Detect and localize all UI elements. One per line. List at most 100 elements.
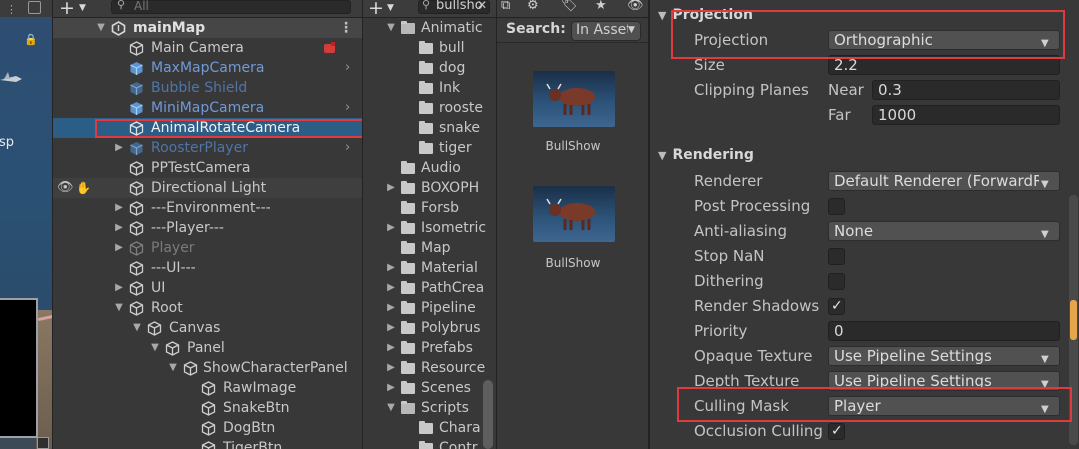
near-field[interactable]: 0.3 [872,80,1060,100]
hierarchy-item[interactable]: TigerBtn [53,438,362,449]
folder-item[interactable]: ▶ Resource [363,358,496,378]
hierarchy-item[interactable]: Bubble Shield [53,78,362,98]
chevron-down-icon[interactable]: ▼ [79,3,86,13]
folder-item[interactable]: Ink [363,78,496,98]
rendering-section-header[interactable]: ▼ Rendering [650,144,1079,166]
chevron-down-icon[interactable]: ▼ [387,3,394,13]
scene-view[interactable]: ⋮ 🔒 sp [0,0,52,449]
maximize-icon[interactable] [28,1,41,14]
asset-thumbnail[interactable] [533,186,615,242]
expand-arrow-icon[interactable]: ▶ [113,238,125,258]
expand-arrow-icon[interactable]: ▼ [149,338,161,358]
inspector-scrollbar[interactable] [1069,195,1078,445]
expand-arrow-icon[interactable]: ▶ [113,278,125,298]
renderer-dropdown[interactable]: Default Renderer (ForwardRe ▼ [828,171,1060,191]
size-field[interactable]: 2.2 [828,55,1060,75]
hierarchy-item[interactable]: ▼ Canvas [53,318,362,338]
folder-item[interactable]: ▶ Isometric [363,218,496,238]
hierarchy-item[interactable]: RawImage [53,378,362,398]
expand-arrow-icon[interactable]: ▶ [113,218,125,238]
hierarchy-item[interactable]: 👁 ✋ Directional Light [53,178,362,198]
hierarchy-item[interactable]: ▶ UI [53,278,362,298]
visibility-eye-icon[interactable]: 👁 [57,178,74,198]
chevron-right-icon[interactable]: › [345,98,350,118]
hierarchy-item[interactable]: MaxMapCamera › [53,58,362,78]
culling-mask-dropdown[interactable]: Player ▼ [828,396,1060,416]
expand-arrow-icon[interactable]: ▶ [113,138,125,158]
expand-arrow-icon[interactable]: ▶ [385,178,397,198]
folder-item[interactable]: ▼ Scripts [363,398,496,418]
collapse-arrow-icon[interactable]: ▼ [658,149,666,162]
projection-section-header[interactable]: ▼ Projection [650,4,1079,26]
folder-item[interactable]: bull [363,38,496,58]
expand-arrow-icon[interactable]: ▼ [131,318,143,338]
expand-arrow-icon[interactable]: ▼ [95,18,107,38]
favorite-star-icon[interactable]: ★ [595,0,607,13]
hierarchy-item[interactable]: ▶ ---Player--- [53,218,362,238]
hierarchy-item[interactable]: SnakeBtn [53,398,362,418]
expand-arrow-icon[interactable]: ▶ [385,298,397,318]
folder-item[interactable]: ▶ Pipeline [363,298,496,318]
folder-item[interactable]: ▶ Prefabs [363,338,496,358]
depth-texture-dropdown[interactable]: Use Pipeline Settings ▼ [828,371,1060,391]
hierarchy-item[interactable]: DogBtn [53,418,362,438]
folder-item[interactable]: Map [363,238,496,258]
maximize-icon[interactable]: ⧉ [501,0,510,13]
folder-item[interactable]: ▶ Scenes [363,378,496,398]
occlusion-culling-checkbox[interactable]: ✓ [828,423,845,440]
hierarchy-item[interactable]: ▼ Panel [53,338,362,358]
pickable-hand-icon[interactable]: ✋ [76,178,91,198]
expand-arrow-icon[interactable]: ▼ [385,18,397,38]
folder-item[interactable]: snake [363,118,496,138]
chevron-right-icon[interactable]: › [345,58,350,78]
expand-arrow-icon[interactable]: ▼ [113,298,125,318]
folder-item[interactable]: ▶ BOXOPH [363,178,496,198]
folder-item[interactable]: Forsb [363,198,496,218]
add-icon[interactable]: + [59,0,75,19]
folder-item[interactable]: tiger [363,138,496,158]
more-icon[interactable]: ⋮ [339,18,353,38]
label-filter-icon[interactable]: 🏷 [561,0,578,13]
folder-item[interactable]: dog [363,58,496,78]
folder-item[interactable]: Contr [363,438,496,449]
folder-item[interactable]: ▶ Polybrus [363,318,496,338]
folder-item[interactable]: Audio [363,158,496,178]
expand-arrow-icon[interactable]: ▶ [385,318,397,338]
expand-arrow-icon[interactable]: ▶ [385,258,397,278]
lock-icon[interactable]: 🔒 [24,33,38,46]
dithering-checkbox[interactable] [828,273,845,290]
stop-nan-checkbox[interactable] [828,248,845,265]
folder-scrollbar[interactable] [483,380,493,449]
type-filter-icon[interactable]: ⚙ [527,0,539,13]
far-field[interactable]: 1000 [872,105,1060,125]
render-shadows-checkbox[interactable]: ✓ [828,298,845,315]
scene-header[interactable]: ▼ mainMap ⋮ [53,18,362,38]
anti-aliasing-dropdown[interactable]: None ▼ [828,221,1060,241]
expand-arrow-icon[interactable]: ▶ [385,278,397,298]
expand-arrow-icon[interactable]: ▼ [385,398,397,418]
hierarchy-search-input[interactable]: ⚲ All [111,0,351,14]
hierarchy-item[interactable]: Main Camera [53,38,362,58]
priority-field[interactable]: 0 [828,321,1060,341]
hierarchy-item[interactable]: MiniMapCamera › [53,98,362,118]
hierarchy-item-selected[interactable]: AnimalRotateCamera [53,118,362,138]
hierarchy-item[interactable]: ▼ ShowCharacterPanel [53,358,362,378]
asset-thumbnail[interactable] [533,71,615,127]
add-icon[interactable]: + [368,0,384,19]
projection-dropdown[interactable]: Orthographic ▼ [828,30,1060,50]
folder-item[interactable]: ▶ Material [363,258,496,278]
clear-icon[interactable]: ✕ [477,0,487,12]
hidden-packages-icon[interactable]: 👁 [627,0,644,13]
chevron-right-icon[interactable]: › [345,138,350,158]
expand-arrow-icon[interactable]: ▶ [385,378,397,398]
folder-item[interactable]: rooste [363,98,496,118]
expand-arrow-icon[interactable]: ▼ [167,358,179,378]
folder-item[interactable]: ▼ Animatic [363,18,496,38]
post-processing-checkbox[interactable] [828,198,845,215]
search-scope-dropdown[interactable]: In Assets ▼ [571,21,641,41]
hierarchy-item[interactable]: ▶ RoosterPlayer › [53,138,362,158]
more-icon[interactable]: ⋮ [6,3,17,16]
hierarchy-item[interactable]: PPTestCamera [53,158,362,178]
opaque-texture-dropdown[interactable]: Use Pipeline Settings ▼ [828,346,1060,366]
hierarchy-item[interactable]: ▶ Player [53,238,362,258]
